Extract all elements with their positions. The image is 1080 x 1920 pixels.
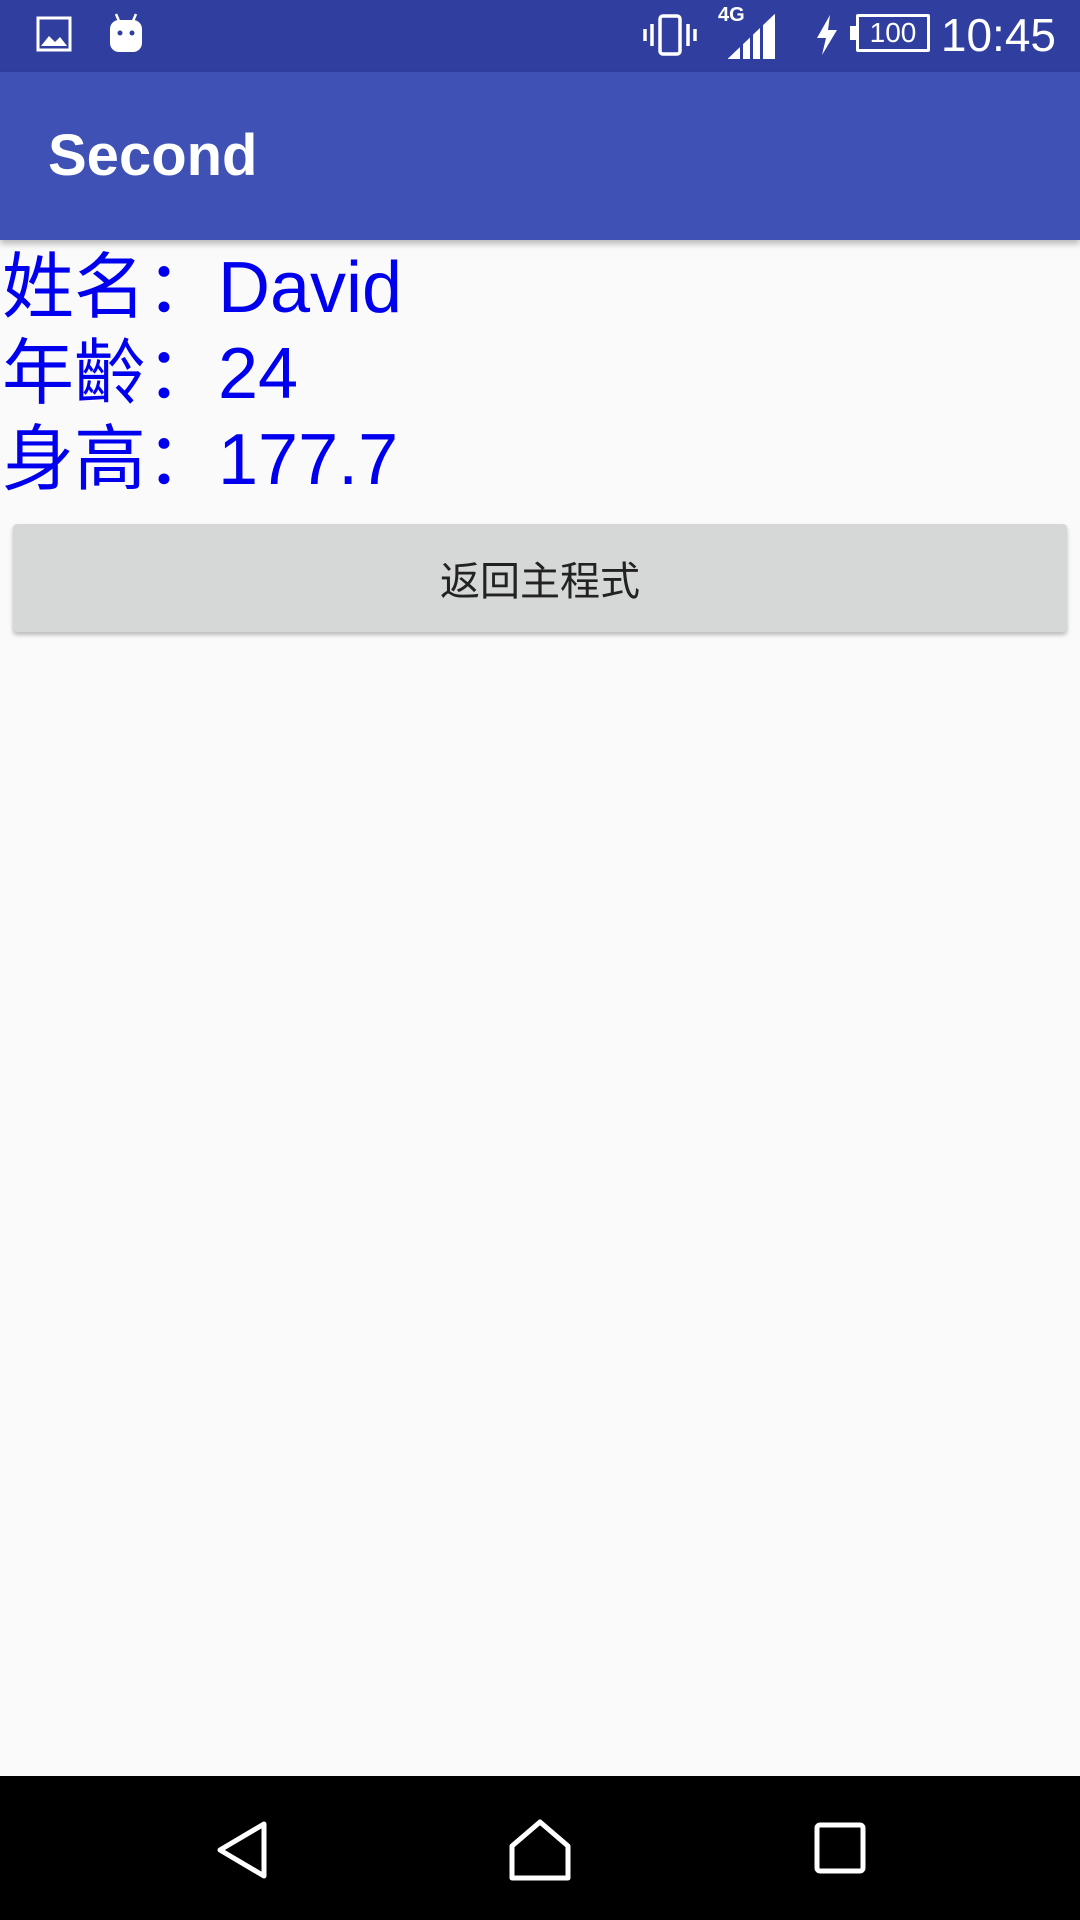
home-icon[interactable] bbox=[508, 1818, 572, 1882]
age-value: 24 bbox=[218, 334, 299, 414]
name-label: 姓名： bbox=[2, 245, 219, 329]
name-value: David bbox=[218, 248, 403, 328]
height-value: 177.7 bbox=[218, 420, 399, 500]
battery-level: 100 bbox=[869, 17, 917, 48]
signal-icon bbox=[728, 14, 775, 60]
app-title: Second bbox=[48, 123, 258, 188]
height-line: 身高：177.7 bbox=[2, 416, 398, 503]
charging-icon bbox=[817, 15, 837, 55]
back-icon[interactable] bbox=[214, 1820, 270, 1880]
battery-icon: 100 bbox=[850, 14, 930, 52]
recents-icon[interactable] bbox=[814, 1822, 866, 1874]
height-label: 身高： bbox=[2, 417, 219, 501]
image-icon bbox=[36, 16, 72, 52]
name-line: 姓名：David bbox=[2, 244, 402, 331]
age-label: 年齡： bbox=[2, 331, 219, 415]
android-icon bbox=[110, 13, 142, 52]
vibrate-icon bbox=[643, 14, 697, 56]
navigation-bar bbox=[0, 1776, 1080, 1920]
return-main-button[interactable]: 返回主程式 bbox=[13, 524, 1067, 632]
status-time: 10:45 bbox=[940, 9, 1056, 61]
age-line: 年齡：24 bbox=[2, 330, 298, 417]
status-bar: 4G 100 10:45 bbox=[0, 0, 1080, 72]
app-bar: Second bbox=[0, 72, 1080, 240]
